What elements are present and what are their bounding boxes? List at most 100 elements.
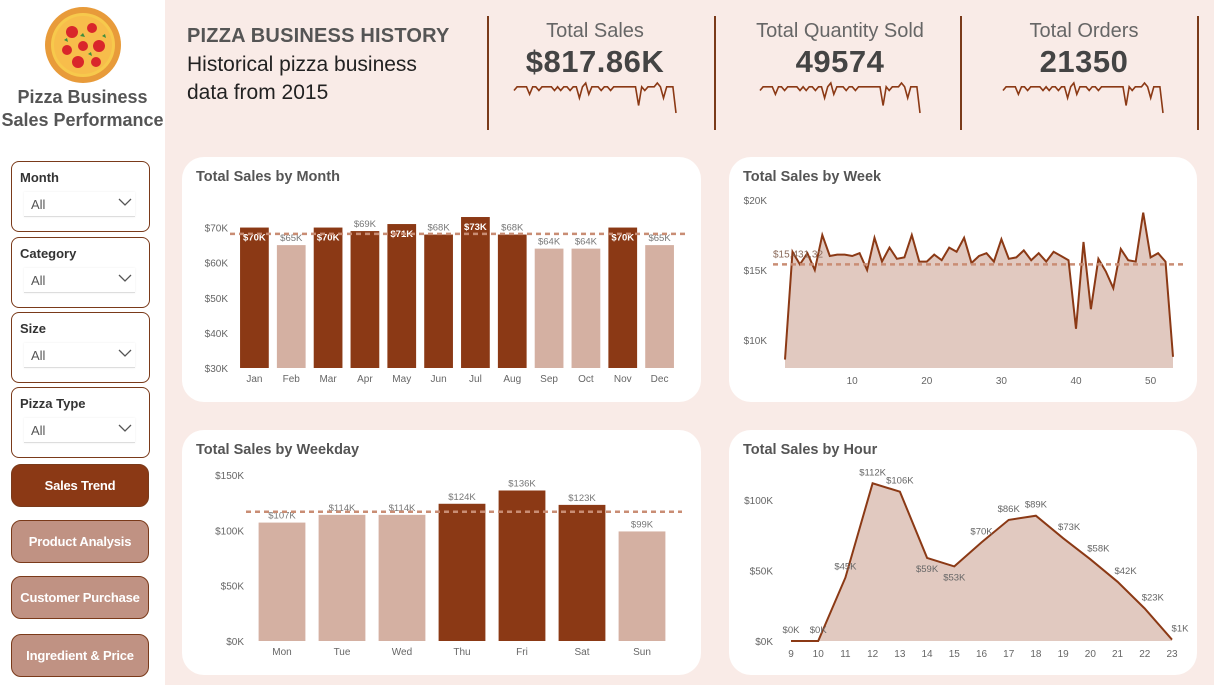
- slicer-category: Category All: [11, 237, 150, 308]
- slicer-label: Pizza Type: [20, 396, 86, 411]
- data-label: $112K: [859, 467, 886, 478]
- bar: [498, 490, 546, 641]
- nav-ingredient-price-button[interactable]: Ingredient & Price: [11, 634, 149, 677]
- data-label: $0K: [810, 625, 828, 636]
- bar: [645, 245, 674, 368]
- kpi-divider: [487, 16, 489, 130]
- data-label: $68K: [427, 223, 450, 234]
- dropdown-value: All: [31, 197, 46, 212]
- pizza-type-dropdown[interactable]: All: [24, 418, 135, 443]
- size-dropdown[interactable]: All: [24, 343, 135, 368]
- subtitle-line1: Historical pizza business: [187, 53, 417, 76]
- x-tick-label: 19: [1058, 649, 1070, 660]
- brand-line1: Pizza Business: [17, 87, 148, 107]
- data-label: $65K: [280, 233, 303, 244]
- chart-title: Total Sales by Week: [743, 169, 882, 185]
- kpi-value: 21350: [1039, 44, 1129, 79]
- page-title: PIZZA BUSINESS HISTORY: [187, 25, 450, 47]
- x-tick-label: 30: [996, 376, 1008, 387]
- x-tick-label: Aug: [503, 374, 521, 385]
- x-tick-label: 20: [921, 376, 933, 387]
- orders-sparkline: [1002, 81, 1164, 114]
- x-tick-label: Nov: [614, 374, 632, 385]
- weekday-bar-chart: $0K$50K$100K$150KMon$107KTue$114KWed$114…: [215, 471, 682, 658]
- bar: [497, 234, 527, 368]
- x-tick-label: 40: [1070, 376, 1082, 387]
- month-chart-card: $30K $40K $50K $60K $70K Jan $70K Feb $65K Mar $70…: [182, 157, 701, 402]
- average-label: $15,431.32: [773, 249, 823, 260]
- y-tick-label: $20K: [744, 196, 768, 207]
- bar: [438, 503, 486, 641]
- hour-chart-card: $0K $50K $100K 9 10 11 12 13 14 15 16 17 18 19 20 21 22 2…: [729, 430, 1197, 675]
- data-label: $1K: [1172, 624, 1190, 635]
- data-label: $86K: [998, 504, 1021, 515]
- x-tick-label: 10: [847, 376, 859, 387]
- data-label: $89K: [1025, 500, 1048, 511]
- x-tick-label: 18: [1030, 649, 1042, 660]
- sparkline-series: [759, 81, 921, 114]
- x-tick-label: 17: [1003, 649, 1015, 660]
- chevron-down-icon: [118, 274, 132, 282]
- slicer-month: Month All: [11, 161, 150, 232]
- x-tick-label: Mon: [272, 647, 291, 658]
- data-label: $65K: [648, 233, 671, 244]
- data-label: $106K: [886, 476, 914, 487]
- month-dropdown[interactable]: All: [24, 192, 135, 217]
- pizza-logo-icon: [45, 7, 121, 83]
- data-label: $73K: [464, 222, 487, 233]
- sparkline-series: [513, 81, 677, 114]
- x-tick-label: 13: [894, 649, 906, 660]
- data-label: $124K: [448, 492, 476, 503]
- hour-area-chart: $0K $50K $100K 9 10 11 12 13 14 15 16 17 18 19 20 21 22 2…: [744, 467, 1190, 660]
- bar: [608, 227, 638, 368]
- slicer-pizza-type: Pizza Type All: [11, 387, 150, 458]
- x-tick-label: Fri: [516, 647, 528, 658]
- y-tick-label: $70K: [205, 224, 229, 235]
- chevron-down-icon: [118, 424, 132, 432]
- nav-product-analysis-button[interactable]: Product Analysis: [11, 520, 149, 563]
- x-tick-label: Jun: [431, 374, 447, 385]
- kpi-total-quantity: Total Quantity Sold 49574: [745, 20, 935, 116]
- category-dropdown[interactable]: All: [24, 268, 135, 293]
- y-tick-label: $0K: [755, 637, 773, 648]
- nav-customer-purchase-button[interactable]: Customer Purchase: [11, 576, 149, 619]
- brand-title: Pizza Business Sales Performance: [0, 86, 165, 132]
- slicer-label: Category: [20, 246, 77, 261]
- data-label: $68K: [501, 223, 524, 234]
- bar: [534, 248, 564, 368]
- data-label: $114K: [329, 503, 356, 514]
- x-tick-label: Tue: [334, 647, 351, 658]
- subtitle-line2: data from 2015: [187, 81, 329, 104]
- kpi-value: $817.86K: [525, 44, 665, 79]
- x-tick-label: 9: [788, 649, 794, 660]
- chevron-down-icon: [118, 198, 132, 206]
- x-tick-label: Feb: [283, 374, 301, 385]
- x-tick-label: 50: [1145, 376, 1157, 387]
- y-tick-label: $50K: [750, 567, 774, 578]
- dropdown-value: All: [31, 273, 46, 288]
- bar: [258, 522, 306, 641]
- kpi-label: Total Orders: [1029, 20, 1139, 42]
- y-tick-label: $30K: [205, 364, 229, 375]
- x-tick-label: Apr: [357, 374, 373, 385]
- x-tick-label: 10: [813, 649, 825, 660]
- x-tick-label: 16: [976, 649, 988, 660]
- month-bar-chart: $30K$40K$50K$60K$70KJan$70KFeb$65KMar$70…: [205, 217, 688, 385]
- x-tick-label: Jan: [246, 374, 262, 385]
- data-label: $42K: [1114, 566, 1137, 577]
- x-tick-label: Dec: [651, 374, 669, 385]
- data-label: $136K: [508, 478, 536, 489]
- x-tick-label: Jul: [469, 374, 482, 385]
- nav-sales-trend-button[interactable]: Sales Trend: [11, 464, 149, 507]
- x-tick-label: Mar: [319, 374, 337, 385]
- y-tick-label: $50K: [221, 582, 245, 593]
- bar: [350, 231, 380, 368]
- kpi-divider: [714, 16, 716, 130]
- bar: [318, 514, 366, 641]
- sidebar: Pizza Business Sales Performance Month A…: [0, 0, 165, 685]
- kpi-value: 49574: [795, 44, 885, 79]
- bar: [387, 224, 417, 368]
- kpi-divider: [1197, 16, 1199, 130]
- data-label: $23K: [1142, 593, 1165, 604]
- y-tick-label: $40K: [205, 329, 229, 340]
